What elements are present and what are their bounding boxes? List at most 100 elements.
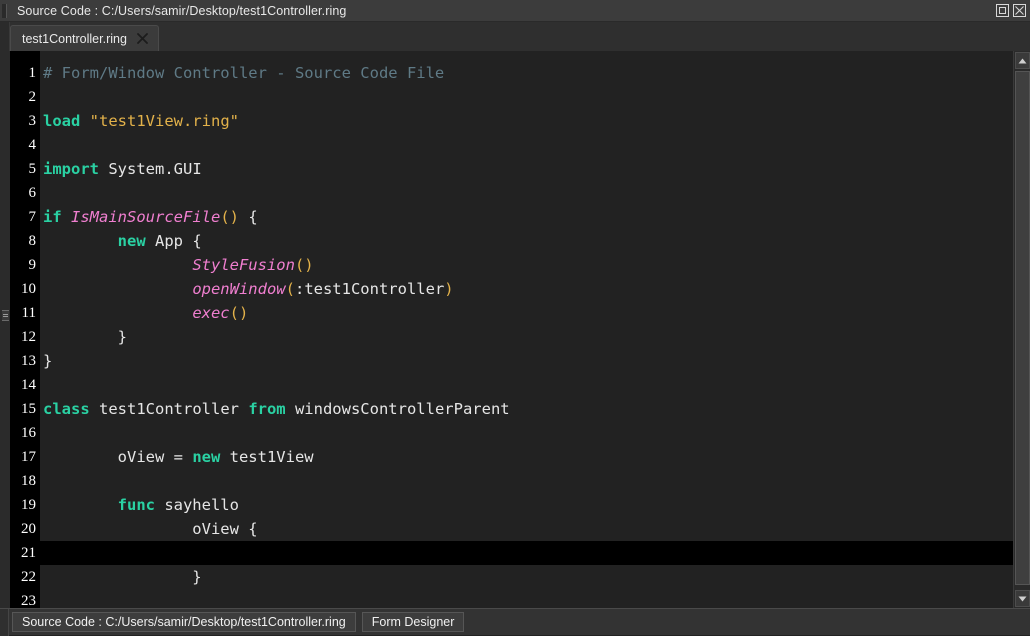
- code-line[interactable]: [40, 421, 1013, 445]
- line-number: 14: [10, 373, 36, 397]
- line-number: 22: [10, 565, 36, 589]
- code-line[interactable]: oView {: [40, 517, 1013, 541]
- bottom-tab-source-code[interactable]: Source Code : C:/Users/samir/Desktop/tes…: [12, 612, 356, 632]
- code-text-area[interactable]: # Form/Window Controller - Source Code F…: [40, 51, 1013, 608]
- code-line[interactable]: [40, 133, 1013, 157]
- code-token-keyword: load: [43, 112, 80, 130]
- line-number: 3: [10, 109, 36, 133]
- code-line[interactable]: exec(): [40, 301, 1013, 325]
- code-token-string: "test1View.ring": [90, 112, 239, 130]
- code-token-paren: (): [295, 256, 314, 274]
- code-token-plain: {: [239, 208, 258, 226]
- line-number: 4: [10, 133, 36, 157]
- close-window-icon[interactable]: [1012, 3, 1027, 18]
- line-number: 15: [10, 397, 36, 421]
- editor-tab-label: test1Controller.ring: [22, 32, 127, 46]
- code-token-paren: (): [220, 208, 239, 226]
- code-token-paren: ): [444, 280, 453, 298]
- bottom-tab-bar: Source Code : C:/Users/samir/Desktop/tes…: [0, 608, 1030, 635]
- window-title: Source Code : C:/Users/samir/Desktop/tes…: [17, 4, 346, 18]
- line-number: 16: [10, 421, 36, 445]
- code-line[interactable]: StyleFusion(): [40, 253, 1013, 277]
- tab-bar-left-edge: [0, 22, 10, 51]
- line-number: 12: [10, 325, 36, 349]
- code-token-plain: }: [43, 352, 52, 370]
- line-number: 11: [10, 301, 36, 325]
- restore-window-icon[interactable]: [995, 3, 1010, 18]
- code-line[interactable]: # Form/Window Controller - Source Code F…: [40, 61, 1013, 85]
- code-token-keyword: func: [118, 496, 155, 514]
- line-number: 8: [10, 229, 36, 253]
- code-token-func: exec: [192, 304, 229, 322]
- code-token-plain: [43, 496, 118, 514]
- code-token-plain: oView =: [43, 448, 192, 466]
- line-number: 13: [10, 349, 36, 373]
- code-token-keyword: from: [248, 400, 285, 418]
- code-line[interactable]: func sayhello: [40, 493, 1013, 517]
- scroll-down-arrow-icon[interactable]: [1015, 590, 1030, 607]
- code-line[interactable]: [40, 181, 1013, 205]
- scroll-up-arrow-icon[interactable]: [1015, 52, 1030, 69]
- code-token-plain: }: [43, 328, 127, 346]
- close-tab-icon[interactable]: [136, 32, 149, 45]
- line-number-gutter: 1234567891011121314151617181920212223: [10, 51, 40, 608]
- code-line[interactable]: [40, 589, 1013, 608]
- window-controls: [995, 3, 1030, 18]
- code-token-plain: test1View: [220, 448, 313, 466]
- code-token-keyword: new: [118, 232, 146, 250]
- folding-margin[interactable]: [0, 51, 10, 608]
- code-line[interactable]: [40, 373, 1013, 397]
- code-line[interactable]: openWindow(:test1Controller): [40, 277, 1013, 301]
- margin-marker[interactable]: [2, 310, 9, 321]
- code-token-plain: [43, 304, 192, 322]
- code-line[interactable]: }: [40, 349, 1013, 373]
- ring-notepad-window: Source Code : C:/Users/samir/Desktop/tes…: [0, 0, 1030, 635]
- code-line[interactable]: class test1Controller from windowsContro…: [40, 397, 1013, 421]
- code-token-plain: System.GUI: [99, 160, 202, 178]
- code-line[interactable]: [40, 469, 1013, 493]
- code-token-plain: [43, 256, 192, 274]
- code-line[interactable]: [40, 85, 1013, 109]
- line-number: 7: [10, 205, 36, 229]
- tab-test1controller-ring[interactable]: test1Controller.ring: [10, 25, 159, 51]
- line-number: 6: [10, 181, 36, 205]
- code-line[interactable]: if IsMainSourceFile() {: [40, 205, 1013, 229]
- code-token-keyword: if: [43, 208, 62, 226]
- code-token-paren: (): [230, 304, 249, 322]
- line-number: 9: [10, 253, 36, 277]
- code-line[interactable]: }: [40, 565, 1013, 589]
- line-number: 5: [10, 157, 36, 181]
- code-token-plain: [43, 280, 192, 298]
- line-number: 23: [10, 589, 36, 608]
- code-token-plain: windowsControllerParent: [286, 400, 510, 418]
- line-number: 21: [10, 541, 36, 565]
- code-token-keyword: import: [43, 160, 99, 178]
- line-number: 2: [10, 85, 36, 109]
- code-token-plain: [62, 208, 71, 226]
- code-token-plain: test1Controller: [90, 400, 249, 418]
- code-token-plain: oView {: [43, 520, 258, 538]
- line-number: 18: [10, 469, 36, 493]
- bottom-tab-form-designer[interactable]: Form Designer: [362, 612, 465, 632]
- code-line[interactable]: load "test1View.ring": [40, 109, 1013, 133]
- code-token-plain: [43, 232, 118, 250]
- window-grip: [2, 4, 7, 18]
- code-token-plain: sayhello: [155, 496, 239, 514]
- code-token-func: IsMainSourceFile: [71, 208, 220, 226]
- bottom-bar-left-edge: [0, 609, 9, 636]
- line-number: 19: [10, 493, 36, 517]
- line-number: 20: [10, 517, 36, 541]
- code-editor[interactable]: 1234567891011121314151617181920212223 # …: [0, 51, 1030, 608]
- code-line[interactable]: oView = new test1View: [40, 445, 1013, 469]
- code-line[interactable]: import System.GUI: [40, 157, 1013, 181]
- code-line-current[interactable]: [40, 541, 1013, 565]
- code-token-comment: # Form/Window Controller - Source Code F…: [43, 64, 444, 82]
- scrollbar-thumb[interactable]: [1015, 71, 1030, 585]
- vertical-scrollbar[interactable]: [1013, 51, 1030, 608]
- code-token-func: StyleFusion: [192, 256, 295, 274]
- line-number: 17: [10, 445, 36, 469]
- code-token-plain: App {: [146, 232, 202, 250]
- code-line[interactable]: }: [40, 325, 1013, 349]
- code-line[interactable]: new App {: [40, 229, 1013, 253]
- code-token-plain: }: [43, 568, 202, 586]
